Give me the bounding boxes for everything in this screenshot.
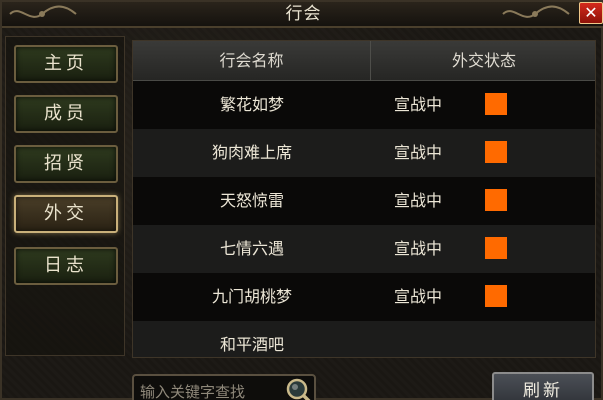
guild-name: 和平酒吧 — [219, 335, 284, 354]
table-row[interactable]: 和平酒吧 — [133, 321, 595, 357]
table-row[interactable]: 九门胡桃梦 宣战中 — [133, 273, 595, 321]
diplomacy-status: 宣战中 — [393, 239, 442, 258]
guild-nav: 主页 成员 招贤 外交 日志 — [5, 36, 125, 356]
guild-name: 天怒惊雷 — [219, 191, 284, 210]
close-button[interactable]: ✕ — [579, 2, 603, 24]
diplomacy-status: 宣战中 — [393, 143, 442, 162]
right-ornament-icon — [502, 5, 570, 18]
nav-recruit-button[interactable]: 招贤 — [14, 145, 118, 183]
status-color-swatch — [485, 237, 507, 259]
search-icon[interactable] — [284, 376, 314, 400]
nav-home-button[interactable]: 主页 — [14, 45, 118, 83]
nav-diplomacy-button[interactable]: 外交 — [14, 195, 118, 233]
table-row[interactable]: 天怒惊雷 宣战中 — [133, 177, 595, 225]
diplomacy-table: 行会名称 外交状态 繁花如梦 宣战中 狗肉难上席 宣战中 天怒惊雷 宣战中 七情… — [132, 40, 596, 358]
table-row[interactable]: 繁花如梦 宣战中 — [133, 81, 595, 129]
diplomacy-status: 宣战中 — [393, 191, 442, 210]
table-header: 行会名称 外交状态 — [133, 41, 595, 81]
guild-name: 狗肉难上席 — [211, 143, 292, 162]
nav-members-button[interactable]: 成员 — [14, 95, 118, 133]
nav-log-button[interactable]: 日志 — [14, 247, 118, 285]
status-color-swatch — [485, 189, 507, 211]
search-input[interactable] — [140, 380, 290, 400]
refresh-button[interactable]: 刷新 — [492, 372, 594, 400]
diplomacy-status-header: 外交状态 — [451, 51, 516, 70]
status-color-swatch — [485, 93, 507, 115]
diplomacy-status: 宣战中 — [393, 287, 442, 306]
guild-window: 行会 ✕ 主页 成员 招贤 外交 日志 行会名称 外交状态 繁花如梦 宣战中 狗… — [0, 0, 603, 400]
search-box — [132, 374, 316, 400]
status-color-swatch — [485, 141, 507, 163]
guild-name: 九门胡桃梦 — [211, 287, 292, 306]
diplomacy-status: 宣战中 — [393, 95, 442, 114]
table-row[interactable]: 狗肉难上席 宣战中 — [133, 129, 595, 177]
status-color-swatch — [485, 285, 507, 307]
table-row[interactable]: 七情六遇 宣战中 — [133, 225, 595, 273]
guild-name: 繁花如梦 — [219, 95, 284, 114]
guild-name-header: 行会名称 — [133, 41, 371, 81]
guild-name: 七情六遇 — [219, 239, 284, 258]
title-bar: 行会 ✕ — [2, 2, 603, 28]
